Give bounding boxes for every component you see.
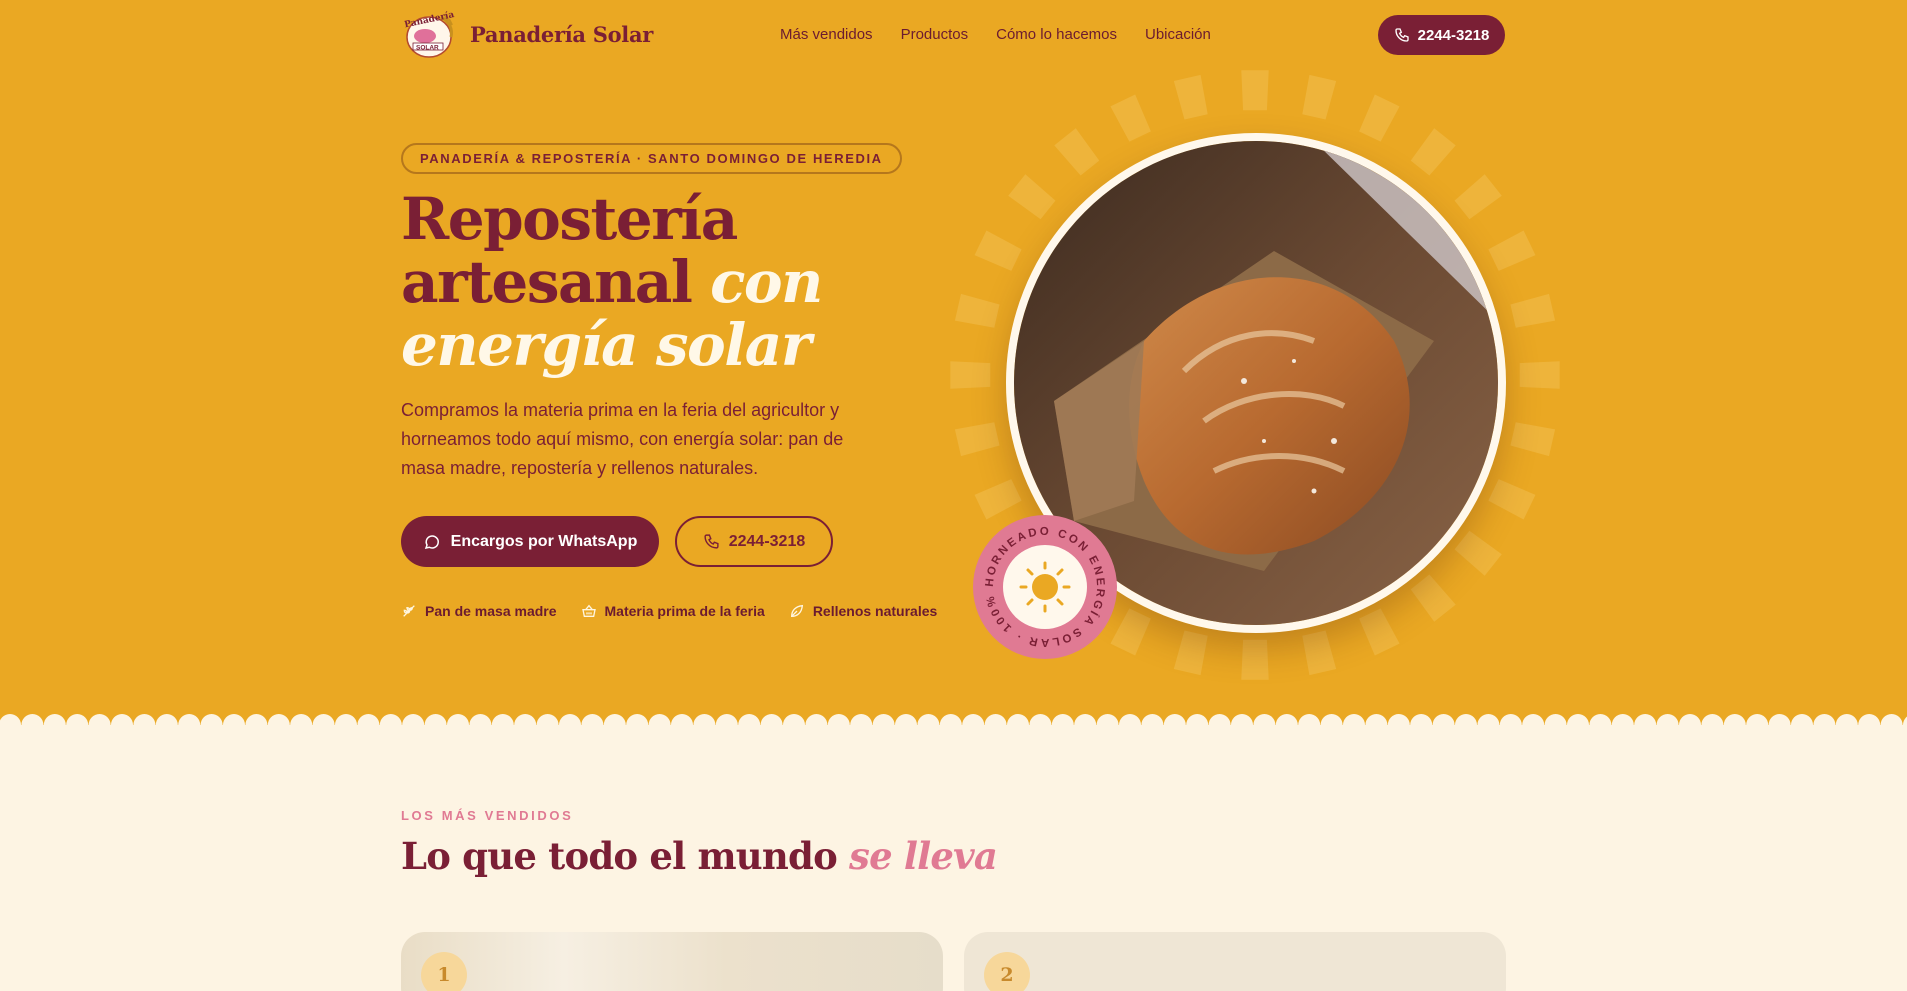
nav-phone-label: 2244-3218 (1417, 26, 1490, 44)
sun-ray (974, 230, 1022, 271)
hero-section: Panadería SOLAR Panadería Solar Más vend… (0, 0, 1907, 715)
product-card[interactable]: 2 (964, 932, 1506, 991)
sun-ray (1110, 94, 1151, 142)
rank-badge: 1 (421, 952, 467, 991)
sun-ray (1302, 630, 1337, 676)
sun-ray (1510, 293, 1556, 328)
whatsapp-order-label: Encargos por WhatsApp (450, 532, 638, 550)
leaf-icon (790, 604, 803, 618)
whatsapp-order-button[interactable]: Encargos por WhatsApp (401, 516, 659, 567)
sun-ray (1054, 128, 1100, 176)
scalloped-divider (0, 712, 1907, 734)
nav-link-como-lo-hacemos[interactable]: Cómo lo hacemos (996, 26, 1117, 43)
sun-ray (1008, 174, 1056, 220)
sun-ray (1302, 74, 1337, 120)
section-title-accent: se lleva (849, 834, 998, 878)
sun-ray (1173, 630, 1208, 676)
sun-ray (954, 293, 1000, 328)
section-kicker: LOS MÁS VENDIDOS (401, 808, 574, 823)
hero-title-line1: Repostería (401, 185, 738, 253)
sun-ray (1488, 479, 1536, 520)
sun-ray (1410, 128, 1456, 176)
product-card[interactable]: 1 (401, 932, 943, 991)
hero-title-line2: artesanal (401, 248, 693, 316)
rank-badge: 2 (984, 952, 1030, 991)
sun-ray (1454, 174, 1502, 220)
artisanal-solar-badge: HORNEADO CON ENERGÍA SOLAR · 100% ARTESA… (972, 514, 1117, 659)
feature-label: Rellenos naturales (812, 603, 938, 619)
sun-ray (1173, 74, 1208, 120)
logo-wordmark-bottom: SOLAR (416, 45, 439, 52)
section-title-main: Lo que todo el mundo (401, 834, 838, 878)
sun-ray (1510, 422, 1556, 457)
brand-name[interactable]: Panadería Solar (470, 22, 653, 47)
sun-ray (1454, 530, 1502, 576)
basket-icon (581, 604, 596, 617)
whatsapp-icon (424, 534, 439, 549)
nav-link-ubicacion[interactable]: Ubicación (1145, 26, 1211, 43)
wheat-icon (403, 605, 415, 617)
feature-item: Materia prima de la feria (581, 603, 765, 619)
sun-ray (1359, 94, 1400, 142)
call-button[interactable]: 2244-3218 (675, 516, 833, 567)
sun-ray (1410, 574, 1456, 622)
phone-icon (1394, 28, 1409, 42)
sun-ray (1241, 70, 1269, 111)
feature-item: Rellenos naturales (789, 603, 938, 619)
nav-link-productos[interactable]: Productos (901, 26, 969, 43)
hero-lead: Compramos la materia prima en la feria d… (401, 400, 844, 478)
feature-list: Pan de masa madre Materia prima de la fe… (401, 603, 937, 619)
hero-title-accent2: energía solar (401, 311, 811, 379)
sun-ray (1359, 608, 1400, 656)
sun-ray (1488, 230, 1536, 271)
feature-label: Pan de masa madre (425, 603, 557, 619)
phone-icon (704, 534, 719, 549)
sun-ray (1241, 639, 1269, 680)
hero-title: Repostería artesanal con energía solar (401, 188, 921, 377)
call-button-label: 2244-3218 (728, 532, 806, 550)
sun-ray (954, 422, 1000, 457)
nav-phone-button[interactable]: 2244-3218 (1378, 15, 1505, 55)
feature-label: Materia prima de la feria (604, 603, 765, 619)
nav-link-mas-vendidos[interactable]: Más vendidos (780, 26, 873, 43)
eyebrow-badge: PANADERÍA & REPOSTERÍA · SANTO DOMINGO D… (401, 143, 902, 174)
main-menu: Más vendidos Productos Cómo lo hacemos U… (780, 26, 1211, 43)
hero-title-accent1: con (710, 248, 823, 316)
brand-logo[interactable]: Panadería SOLAR (401, 11, 457, 59)
section-title: Lo que todo el mundo se lleva (401, 834, 998, 878)
sun-ray (1519, 361, 1560, 389)
feature-item: Pan de masa madre (401, 603, 557, 619)
sun-ray (950, 361, 991, 389)
